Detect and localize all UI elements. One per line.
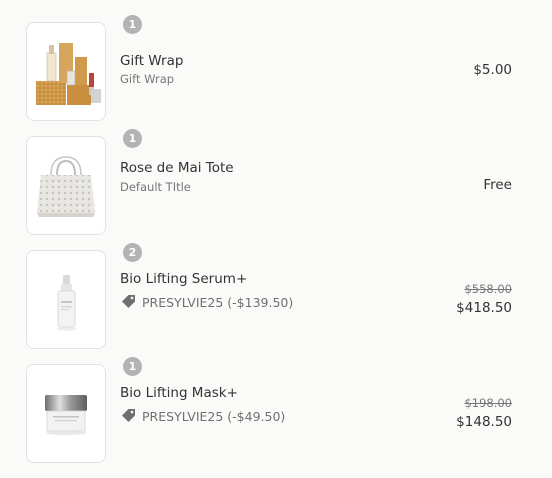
- tag-icon: [122, 295, 135, 308]
- discount-code-label: PRESYLVIE25 (-$139.50): [142, 294, 294, 310]
- product-name: Gift Wrap: [120, 53, 184, 69]
- product-thumbnail: 1: [26, 129, 142, 235]
- quantity-badge: 1: [123, 15, 142, 34]
- serum-bottle-image: [27, 251, 105, 348]
- order-summary-items: 1 Gift Wrap Gift Wrap $5.00 1 Rose de Ma…: [0, 0, 552, 478]
- tote-bag-image: [27, 137, 105, 234]
- product-thumbnail: 1: [26, 15, 142, 121]
- line-price: $418.50: [456, 300, 512, 316]
- product-thumbnail: 1: [26, 357, 142, 463]
- discount-code: PRESYLVIE25 (-$139.50): [120, 294, 293, 310]
- line-item-mask: 1 Bio Lifting Mask+ PRESYLVIE25 (-$49.50…: [0, 357, 552, 464]
- line-item-tote: 1 Rose de Mai Tote Default TItle Free: [0, 129, 552, 236]
- product-variant: Gift Wrap: [120, 72, 175, 86]
- compare-at-price: $558.00: [464, 282, 512, 296]
- quantity-badge: 1: [123, 129, 142, 148]
- line-price: Free: [483, 177, 512, 193]
- tag-icon: [122, 409, 135, 422]
- product-thumbnail: 2: [26, 243, 142, 349]
- product-variant: Default TItle: [120, 180, 191, 194]
- quantity-badge: 1: [123, 357, 142, 376]
- line-item-gift-wrap: 1 Gift Wrap Gift Wrap $5.00: [0, 15, 552, 122]
- quantity-badge: 2: [123, 243, 142, 262]
- product-name: Rose de Mai Tote: [120, 160, 234, 176]
- mask-jar-image: [27, 365, 105, 462]
- product-name: Bio Lifting Mask+: [120, 385, 238, 401]
- discount-code: PRESYLVIE25 (-$49.50): [120, 408, 285, 424]
- discount-code-label: PRESYLVIE25 (-$49.50): [142, 408, 286, 424]
- line-price: $5.00: [473, 62, 512, 78]
- compare-at-price: $198.00: [464, 396, 512, 410]
- line-item-serum: 2 Bio Lifting Serum+ PRESYLVIE25 (-$139.…: [0, 243, 552, 350]
- gift-set-image: [27, 23, 105, 120]
- line-price: $148.50: [456, 414, 512, 430]
- product-name: Bio Lifting Serum+: [120, 271, 248, 287]
